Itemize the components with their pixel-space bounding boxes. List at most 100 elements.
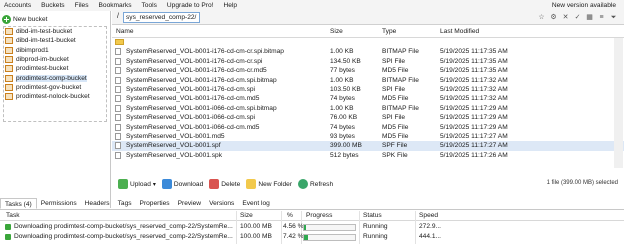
column-name[interactable]: Name	[116, 26, 134, 38]
bucket-item[interactable]: dibimprod1	[2, 46, 108, 55]
menu-accounts[interactable]: Accounts	[0, 0, 36, 11]
menu-help[interactable]: Help	[218, 0, 242, 11]
bucket-label: dibimprod1	[16, 46, 49, 54]
download-button[interactable]: Download	[161, 177, 203, 191]
file-size: 76.00 KB	[330, 114, 358, 122]
file-row[interactable]: SystemReserved_VOL-b001-i176-cd-cm-cr.sp…	[112, 57, 624, 66]
file-type: SPI File	[382, 57, 406, 65]
file-name: SystemReserved_VOL-b001-i176-cd-cm.spi	[126, 85, 255, 93]
file-name: SystemReserved_VOL-b001.spk	[126, 151, 223, 159]
file-icon	[115, 104, 121, 112]
tab-versions[interactable]: Versions	[205, 198, 238, 209]
bucket-icon	[5, 37, 13, 45]
list-view-icon[interactable]: ≡	[597, 13, 606, 22]
task-speed: 444.1...	[419, 233, 441, 240]
menu-tools[interactable]: Tools	[137, 0, 162, 11]
menu-files[interactable]: Files	[70, 0, 94, 11]
chevron-down-icon: ▾	[152, 181, 156, 188]
column-size[interactable]: Size	[330, 26, 343, 38]
file-row[interactable]: SystemReserved_VOL-b001-i066-cd-cm.spi 76…	[112, 113, 624, 122]
file-row[interactable]: SystemReserved_VOL-b001.spk 512 bytes SPK …	[112, 151, 624, 160]
bucket-label: prodimtest-bucket	[16, 65, 69, 73]
new-folder-button[interactable]: New Folder	[246, 177, 292, 191]
column-status[interactable]: Status	[363, 211, 382, 221]
file-size: 512 bytes	[330, 151, 359, 159]
column-last-modified[interactable]: Last Modified	[440, 26, 479, 38]
grid-view-icon[interactable]: ▦	[585, 13, 594, 22]
menu-buckets[interactable]: Buckets	[36, 0, 69, 11]
file-icon	[115, 76, 121, 84]
new-bucket-label: New bucket	[13, 15, 48, 23]
check-icon[interactable]: ✓	[573, 13, 582, 22]
bucket-icon	[5, 65, 13, 73]
bucket-item[interactable]: prodimtest-gov-bucket	[2, 83, 108, 92]
tab-tags[interactable]: Tags	[114, 198, 136, 209]
tab-permissions[interactable]: Permissions	[37, 198, 81, 209]
refresh-button[interactable]: Refresh	[298, 177, 333, 191]
task-row[interactable]: Downloading prodimtest-comp-bucket/sys_r…	[0, 222, 624, 232]
file-icon	[115, 123, 121, 131]
file-size: 1.00 KB	[330, 48, 354, 56]
new-version-link[interactable]: New version available	[552, 0, 616, 11]
upload-button[interactable]: Upload ▾	[118, 177, 156, 191]
file-icon	[115, 151, 121, 159]
file-row[interactable]: SystemReserved_VOL-b001-i066-cd-cm.md5 74…	[112, 123, 624, 132]
file-modified: 5/19/2025 11:17:35 AM	[440, 67, 508, 75]
task-row[interactable]: Downloading prodimtest-comp-bucket/sys_r…	[0, 232, 624, 242]
new-bucket-button[interactable]: New bucket	[2, 13, 47, 25]
file-size: 103.50 KB	[330, 85, 361, 93]
bucket-item[interactable]: dibd-im-test1-bucket	[2, 36, 108, 45]
bucket-item[interactable]: dibd-im-test-bucket	[2, 27, 108, 36]
bucket-item[interactable]: prodimtest-bucket	[2, 64, 108, 73]
column-type[interactable]: Type	[382, 26, 396, 38]
tab-headers[interactable]: Headers	[81, 198, 114, 209]
file-name: SystemReserved_VOL-b001-i066-cd-cm.md5	[126, 123, 260, 131]
column-task-size[interactable]: Size	[240, 211, 253, 221]
bucket-label: dibprod-im-bucket	[16, 56, 69, 64]
column-progress[interactable]: Progress	[306, 211, 332, 221]
file-row[interactable]: SystemReserved_VOL-b001-i066-cd-cm.spi.b…	[112, 104, 624, 113]
filter-icon[interactable]: ⏷	[609, 13, 618, 22]
file-size: 93 bytes	[330, 132, 355, 140]
delete-button[interactable]: Delete	[209, 177, 240, 191]
bookmark-star-icon[interactable]: ☆	[537, 13, 546, 22]
bucket-item-selected[interactable]: prodimtest-comp-bucket	[2, 73, 108, 82]
root-path-button[interactable]: /	[117, 13, 119, 20]
file-name: SystemReserved_VOL-b001-i066-cd-cm.spi.b…	[126, 104, 277, 112]
column-speed[interactable]: Speed	[419, 211, 438, 221]
file-list-scrollbar[interactable]	[614, 38, 623, 168]
file-row-selected[interactable]: SystemReserved_VOL-b001.spf 399.00 MB SPF …	[112, 141, 624, 151]
task-description: Downloading prodimtest-comp-bucket/sys_r…	[14, 223, 233, 230]
tab-properties[interactable]: Properties	[136, 198, 174, 209]
file-row[interactable]: SystemReserved_VOL-b001-i176-cd-cm-cr.md…	[112, 66, 624, 75]
tab-preview[interactable]: Preview	[174, 198, 205, 209]
tab-event-log[interactable]: Event log	[238, 198, 274, 209]
bucket-item[interactable]: prodimtest-nolock-bucket	[2, 92, 108, 101]
download-icon	[161, 179, 172, 189]
menu-bookmarks[interactable]: Bookmarks	[94, 0, 137, 11]
settings-gear-icon[interactable]: ⚙	[549, 13, 558, 22]
file-modified: 5/19/2025 11:17:35 AM	[440, 48, 508, 56]
progress-fill	[304, 224, 307, 230]
menu-bar: Accounts Buckets Files Bookmarks Tools U…	[0, 0, 624, 11]
refresh-icon	[298, 179, 309, 189]
column-percent[interactable]: %	[287, 211, 293, 221]
bucket-label: prodimtest-nolock-bucket	[16, 93, 90, 101]
close-icon[interactable]: ✕	[561, 13, 570, 22]
file-row[interactable]: SystemReserved_VOL-b001.md5 93 bytes MD5 F…	[112, 132, 624, 141]
file-modified: 5/19/2025 11:17:27 AM	[440, 142, 508, 150]
path-input[interactable]: sys_reserved_comp-22/	[123, 12, 200, 23]
file-row[interactable]: SystemReserved_VOL-b001-i176-cd-cm.spi.b…	[112, 76, 624, 85]
menu-upgrade[interactable]: Upgrade to Pro!	[162, 0, 219, 11]
parent-folder-row[interactable]	[112, 38, 624, 47]
file-row[interactable]: SystemReserved_VOL-b001-i176-cd-cm.md5 74…	[112, 94, 624, 103]
bucket-item[interactable]: dibprod-im-bucket	[2, 55, 108, 64]
column-task[interactable]: Task	[6, 211, 20, 221]
file-row[interactable]: SystemReserved_VOL-b001-i176-cd-cm-cr.sp…	[112, 47, 624, 56]
file-row[interactable]: SystemReserved_VOL-b001-i176-cd-cm.spi 10…	[112, 85, 624, 94]
view-toolbar: ☆ ⚙ ✕ ✓ ▦ ≡ ⏷	[537, 13, 618, 22]
delete-label: Delete	[221, 180, 241, 188]
tab-tasks[interactable]: Tasks (4)	[0, 198, 37, 209]
file-name: SystemReserved_VOL-b001-i176-cd-cm-cr.sp…	[126, 48, 284, 56]
delete-icon	[209, 179, 220, 189]
